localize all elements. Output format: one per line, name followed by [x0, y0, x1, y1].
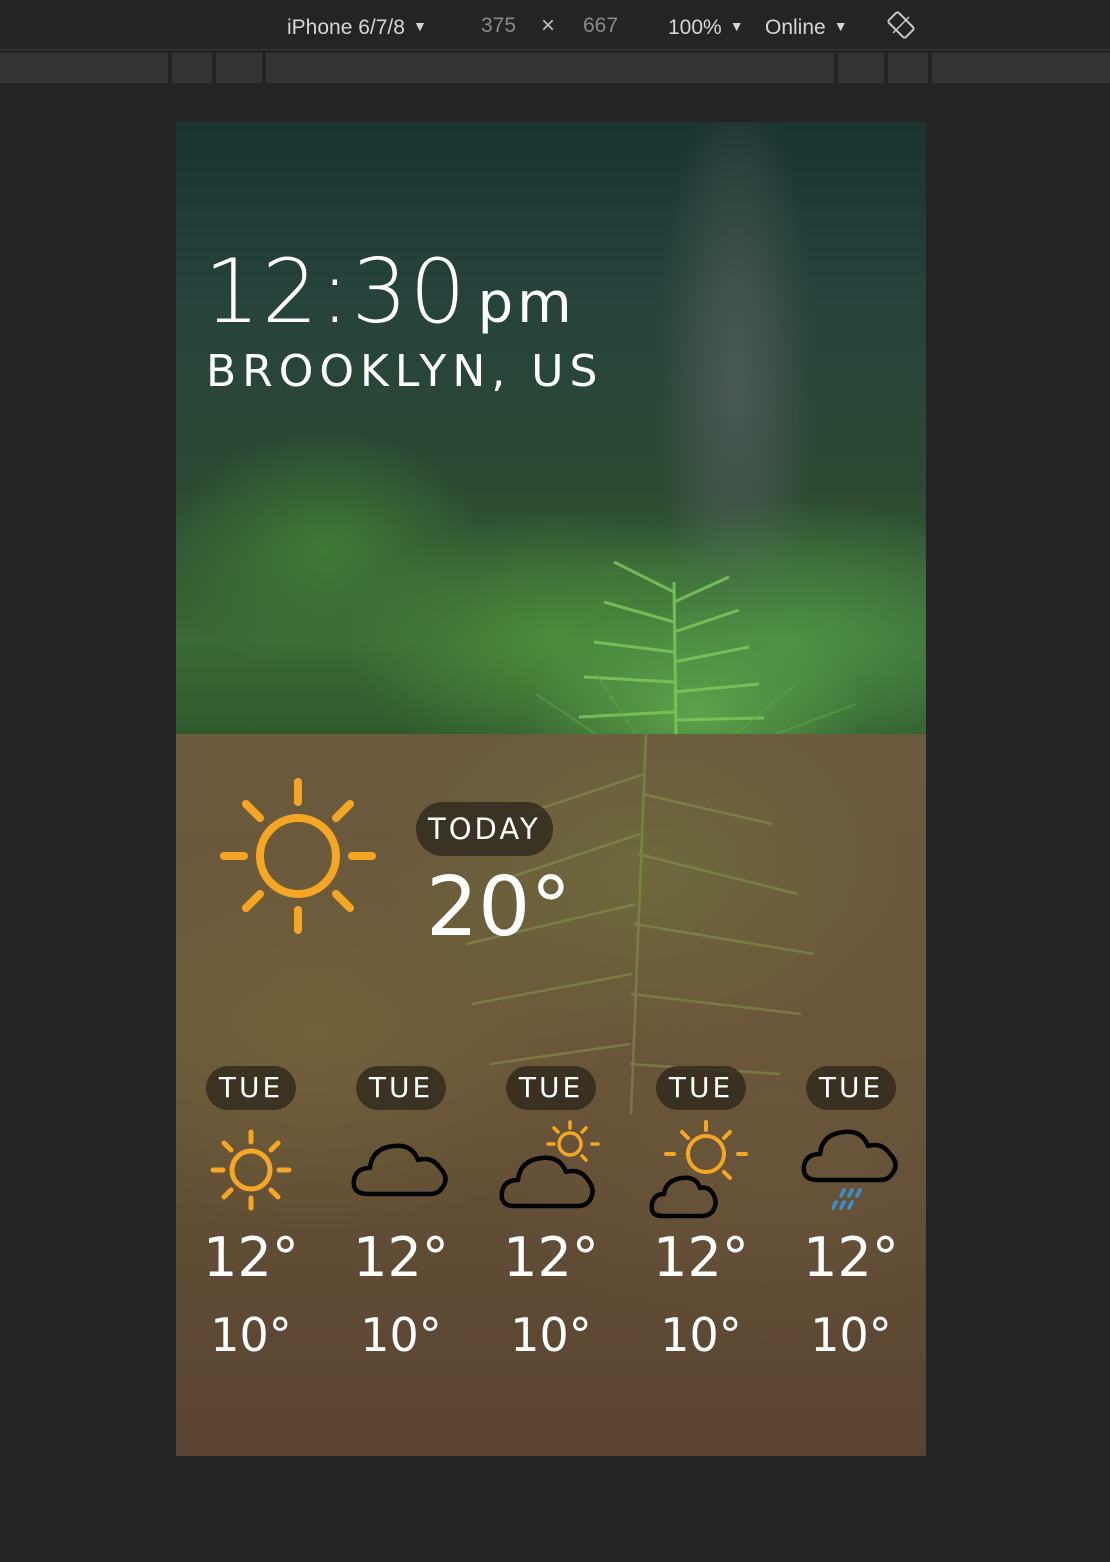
cloud-icon: [351, 1143, 448, 1197]
forecast-day: TUE 12° 10°: [626, 1066, 776, 1362]
media-query-segment[interactable]: [0, 53, 168, 83]
chevron-down-icon: ▼: [729, 18, 744, 34]
media-query-segment[interactable]: [888, 53, 928, 83]
day-label: TUE: [505, 1066, 597, 1110]
partly-cloudy-icon: [499, 1120, 600, 1209]
device-select[interactable]: iPhone 6/7/8 ▼: [287, 12, 427, 40]
today-temperature: 20°: [426, 860, 572, 955]
low-temperature: 10°: [210, 1308, 292, 1362]
day-label: TUE: [205, 1066, 297, 1110]
sun-icon: [220, 778, 376, 934]
day-label: TUE: [805, 1066, 897, 1110]
network-throttle-select[interactable]: Online ▼: [765, 12, 848, 40]
time-ampm: pm: [477, 271, 576, 336]
high-temperature: 12°: [203, 1226, 299, 1289]
forecast-day: TUE 12° 10°: [476, 1066, 626, 1362]
rain-cloud-icon: [801, 1129, 898, 1210]
media-query-segment[interactable]: [172, 53, 212, 83]
chevron-down-icon: ▼: [412, 18, 427, 34]
forecast-day: TUE 12° 10°: [776, 1066, 926, 1362]
media-query-segment[interactable]: [932, 53, 1110, 83]
today-label: TODAY: [416, 802, 553, 856]
media-query-segment[interactable]: [266, 53, 834, 83]
time-value: 12:30: [204, 240, 468, 343]
low-temperature: 10°: [360, 1308, 442, 1362]
day-label: TUE: [655, 1066, 747, 1110]
day-label: TUE: [355, 1066, 447, 1110]
width-input[interactable]: 375: [481, 12, 516, 40]
location-label: BROOKLYN, US: [206, 346, 604, 397]
current-time: 12:30 pm: [204, 240, 576, 343]
dimension-separator: ×: [541, 12, 556, 39]
media-query-segment[interactable]: [216, 53, 262, 83]
high-temperature: 12°: [503, 1226, 599, 1289]
low-temperature: 10°: [660, 1308, 742, 1362]
forest-background: 12:30 pm BROOKLYN, US: [176, 122, 926, 734]
sun-behind-cloud-icon: [649, 1120, 748, 1219]
zoom-label: 100%: [668, 16, 722, 39]
device-toolbar: iPhone 6/7/8 ▼ 375 × 667 100% ▼ Online ▼: [0, 0, 1110, 50]
media-query-bar: [0, 53, 1110, 83]
forecast-day: TUE 12° 10°: [326, 1066, 476, 1362]
height-input[interactable]: 667: [583, 12, 618, 40]
device-label: iPhone 6/7/8: [287, 16, 405, 39]
pine-branch-illustration: [535, 560, 857, 734]
high-temperature: 12°: [803, 1226, 899, 1289]
high-temperature: 12°: [653, 1226, 749, 1289]
low-temperature: 10°: [510, 1308, 592, 1362]
low-temperature: 10°: [810, 1308, 892, 1362]
chevron-down-icon: ▼: [833, 18, 848, 34]
rotate-icon[interactable]: [886, 10, 916, 40]
network-label: Online: [765, 16, 826, 39]
sun-icon: [210, 1129, 292, 1211]
device-viewport: 12:30 pm BROOKLYN, US TODAY 20° TUE 12° …: [176, 122, 926, 1456]
high-temperature: 12°: [353, 1226, 449, 1289]
zoom-select[interactable]: 100% ▼: [668, 12, 744, 40]
forecast-day: TUE 12° 10°: [176, 1066, 326, 1362]
media-query-segment[interactable]: [838, 53, 884, 83]
